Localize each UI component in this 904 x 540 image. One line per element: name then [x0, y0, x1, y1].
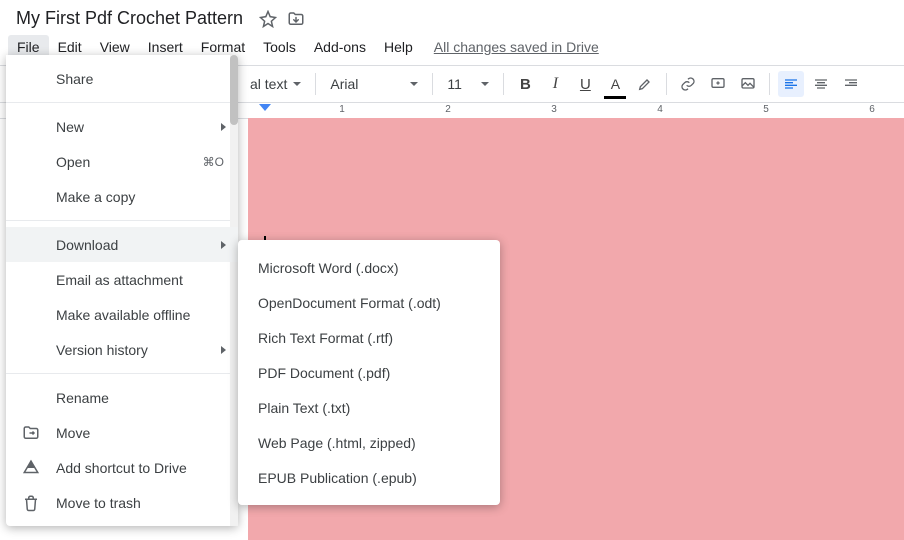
- star-icon[interactable]: [259, 10, 277, 28]
- ruler-tick: 6: [869, 104, 875, 115]
- add-comment-button[interactable]: [705, 71, 731, 97]
- paragraph-style-select[interactable]: al text: [244, 71, 307, 97]
- highlight-color-button[interactable]: [632, 71, 658, 97]
- menu-item-label: Download: [56, 237, 118, 253]
- menu-item-download[interactable]: Download: [6, 227, 238, 262]
- chevron-down-icon: [481, 82, 489, 86]
- font-family-select[interactable]: Arial: [324, 71, 424, 97]
- menu-item-label: Move: [56, 425, 90, 441]
- insert-link-button[interactable]: [675, 71, 701, 97]
- file-menu-dropdown: Share New Open ⌘O Make a copy Download E…: [6, 55, 238, 526]
- menu-separator: [6, 373, 238, 374]
- download-option-epub[interactable]: EPUB Publication (.epub): [238, 460, 500, 495]
- menu-help[interactable]: Help: [375, 35, 422, 59]
- trash-icon: [22, 494, 40, 512]
- menu-item-label: Make a copy: [56, 189, 135, 205]
- toolbar-separator: [432, 73, 433, 95]
- ruler-tick: 3: [551, 104, 557, 115]
- chevron-down-icon: [410, 82, 418, 86]
- ruler-tick: 5: [763, 104, 769, 115]
- menu-item-label: Share: [56, 71, 93, 87]
- toolbar-separator: [315, 73, 316, 95]
- download-option-odt[interactable]: OpenDocument Format (.odt): [238, 285, 500, 320]
- download-submenu: Microsoft Word (.docx) OpenDocument Form…: [238, 240, 500, 505]
- menu-separator: [6, 220, 238, 221]
- menu-tools[interactable]: Tools: [254, 35, 305, 59]
- title-bar: My First Pdf Crochet Pattern: [0, 0, 904, 33]
- submenu-caret-icon: [221, 346, 226, 354]
- menu-item-version-history[interactable]: Version history: [6, 332, 238, 367]
- menu-item-email-attachment[interactable]: Email as attachment: [6, 262, 238, 297]
- menu-separator: [6, 102, 238, 103]
- submenu-caret-icon: [221, 241, 226, 249]
- bold-button[interactable]: B: [512, 71, 538, 97]
- align-left-button[interactable]: [778, 71, 804, 97]
- align-center-button[interactable]: [808, 71, 834, 97]
- ruler-tick: 2: [445, 104, 451, 115]
- menu-item-new[interactable]: New: [6, 109, 238, 144]
- font-family-label: Arial: [330, 76, 358, 92]
- underline-button[interactable]: U: [572, 71, 598, 97]
- menu-item-rename[interactable]: Rename: [6, 380, 238, 415]
- insert-image-button[interactable]: [735, 71, 761, 97]
- drive-shortcut-icon: [22, 459, 40, 477]
- menu-item-move[interactable]: Move: [6, 415, 238, 450]
- menu-item-label: Rename: [56, 390, 109, 406]
- download-option-pdf[interactable]: PDF Document (.pdf): [238, 355, 500, 390]
- document-title[interactable]: My First Pdf Crochet Pattern: [12, 6, 247, 31]
- italic-button[interactable]: I: [542, 71, 568, 97]
- indent-marker-icon[interactable]: [258, 103, 272, 117]
- move-icon[interactable]: [287, 10, 305, 28]
- menu-item-label: Email as attachment: [56, 272, 183, 288]
- align-right-button[interactable]: [838, 71, 864, 97]
- chevron-down-icon: [293, 82, 301, 86]
- menu-item-label: New: [56, 119, 84, 135]
- menu-item-add-shortcut[interactable]: Add shortcut to Drive: [6, 450, 238, 485]
- menu-item-label: Version history: [56, 342, 148, 358]
- menu-addons[interactable]: Add-ons: [305, 35, 375, 59]
- download-option-docx[interactable]: Microsoft Word (.docx): [238, 250, 500, 285]
- ruler-tick: 4: [657, 104, 663, 115]
- text-color-button[interactable]: A: [602, 71, 628, 97]
- menu-item-label: Open: [56, 154, 90, 170]
- font-size-label: 11: [447, 76, 462, 92]
- menu-item-open[interactable]: Open ⌘O: [6, 144, 238, 179]
- download-option-html[interactable]: Web Page (.html, zipped): [238, 425, 500, 460]
- folder-move-icon: [22, 424, 40, 442]
- menu-item-make-copy[interactable]: Make a copy: [6, 179, 238, 214]
- toolbar-separator: [666, 73, 667, 95]
- save-status-link[interactable]: All changes saved in Drive: [434, 39, 599, 55]
- keyboard-shortcut: ⌘O: [203, 155, 224, 169]
- download-option-rtf[interactable]: Rich Text Format (.rtf): [238, 320, 500, 355]
- download-option-txt[interactable]: Plain Text (.txt): [238, 390, 500, 425]
- toolbar-separator: [769, 73, 770, 95]
- paragraph-style-label: al text: [250, 76, 287, 92]
- menu-item-label: Move to trash: [56, 495, 141, 511]
- menu-item-label: Add shortcut to Drive: [56, 460, 187, 476]
- ruler-tick: 1: [339, 104, 345, 115]
- font-size-select[interactable]: 11: [441, 71, 495, 97]
- submenu-caret-icon: [221, 123, 226, 131]
- menu-item-share[interactable]: Share: [6, 61, 238, 96]
- menu-item-make-offline[interactable]: Make available offline: [6, 297, 238, 332]
- menu-item-move-to-trash[interactable]: Move to trash: [6, 485, 238, 520]
- toolbar-separator: [503, 73, 504, 95]
- menu-item-label: Make available offline: [56, 307, 190, 323]
